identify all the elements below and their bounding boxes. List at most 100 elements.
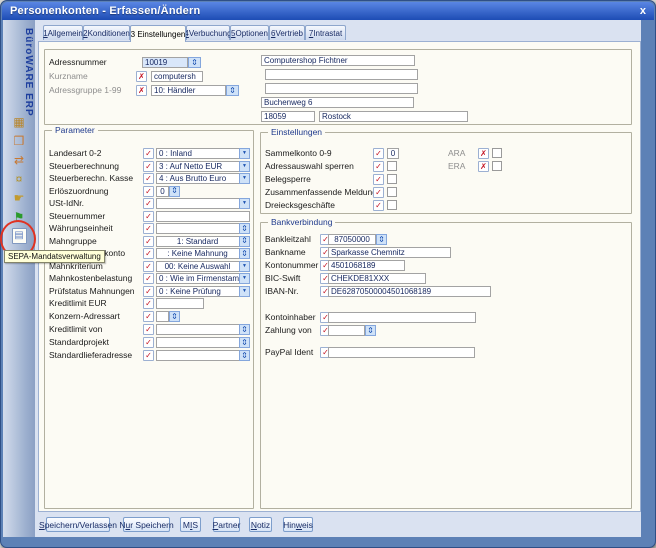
bankleitzahl-field[interactable]: 87050000: [328, 234, 376, 245]
partner-button[interactable]: Partner: [213, 517, 240, 532]
notiz-button[interactable]: Notiz: [249, 517, 272, 532]
belegsperre-confirm-button[interactable]: ✓: [373, 174, 384, 185]
window-icon[interactable]: ❒: [11, 133, 27, 149]
iban-field[interactable]: DE62870500004501068189: [328, 286, 491, 297]
mahngruppe-confirm-button[interactable]: ✓: [143, 236, 154, 247]
kreditlimit-von-field[interactable]: [156, 324, 250, 335]
standardlieferadresse-confirm-button[interactable]: ✓: [143, 350, 154, 361]
konzern-adressart-field[interactable]: [156, 311, 169, 322]
standardprojekt-field[interactable]: [156, 337, 250, 348]
street-field[interactable]: Buchenweg 6: [261, 97, 414, 108]
bic-swift-field[interactable]: CHEKDE81XXX: [328, 273, 426, 284]
steuerberechn-kasse-confirm-button[interactable]: ✓: [143, 173, 154, 184]
hinweis-button[interactable]: Hinweis: [283, 517, 313, 532]
flag-icon[interactable]: ⚑: [11, 209, 27, 225]
adressnummer-spinner-button[interactable]: ⇕: [188, 57, 201, 68]
ust-idnr-dropdown[interactable]: [156, 198, 250, 209]
standardlieferadresse-spinner-button[interactable]: ⇕: [239, 350, 250, 361]
hand-coins-icon[interactable]: ☛: [11, 190, 27, 206]
belegsperre-checkbox[interactable]: [387, 174, 397, 184]
standardlieferadresse-field[interactable]: [156, 350, 250, 361]
dreiecksgeschaefte-checkbox[interactable]: [387, 200, 397, 210]
kurzname-field[interactable]: computersh: [151, 71, 203, 82]
kurzname-clear-button[interactable]: ✗: [136, 71, 147, 82]
zahlung-von-spinner-button[interactable]: ⇕: [365, 325, 376, 336]
bankname-field[interactable]: Sparkasse Chemnitz: [328, 247, 451, 258]
mahnkriterium-confirm-button[interactable]: ✓: [143, 261, 154, 272]
adressnummer-field[interactable]: 10019: [142, 57, 188, 68]
name2-field[interactable]: [265, 69, 418, 80]
nur-speichern-button[interactable]: Nur Speichern: [123, 517, 170, 532]
kreditlimit-eur-confirm-button[interactable]: ✓: [143, 298, 154, 309]
steuerberechnung-confirm-button[interactable]: ✓: [143, 161, 154, 172]
tab-5-optionen[interactable]: 5 Optionen: [230, 25, 269, 40]
adressgruppe-spinner-button[interactable]: ⇕: [226, 85, 239, 96]
standardprojekt-confirm-button[interactable]: ✓: [143, 337, 154, 348]
name3-field[interactable]: [265, 83, 418, 94]
close-button[interactable]: x: [640, 6, 646, 16]
tab-1-allgemein[interactable]: 1 Allgemein: [43, 25, 83, 40]
zip-field[interactable]: 18059: [261, 111, 315, 122]
steuernummer-field[interactable]: [156, 211, 250, 222]
erloeszuordnung-field[interactable]: 0: [156, 186, 169, 197]
mahnkriterium-dropdown[interactable]: 00: Keine Auswahl: [156, 261, 250, 272]
zusammenfassende-meldung-confirm-button[interactable]: ✓: [373, 187, 384, 198]
steuernummer-confirm-button[interactable]: ✓: [143, 211, 154, 222]
landesart-dropdown-button[interactable]: ▼: [239, 148, 250, 159]
pruefstatus-mahnungen-dropdown[interactable]: 0 : Keine Prüfung: [156, 286, 250, 297]
kontoinhaber-field[interactable]: [328, 312, 476, 323]
landesart-confirm-button[interactable]: ✓: [143, 148, 154, 159]
calculator-icon[interactable]: ▦: [11, 114, 27, 130]
adressauswahl-sperren-checkbox[interactable]: [387, 161, 397, 171]
mis-button[interactable]: MIS: [180, 517, 201, 532]
mahngruppe-akonto-spinner-button[interactable]: ⇕: [239, 248, 250, 259]
landesart-dropdown[interactable]: 0 : Inland: [156, 148, 250, 159]
kreditlimit-von-confirm-button[interactable]: ✓: [143, 324, 154, 335]
tab-6-vertrieb[interactable]: 6 Vertrieb: [269, 25, 305, 40]
waehrungseinheit-field[interactable]: [156, 223, 250, 234]
coins-icon[interactable]: ¤: [11, 171, 27, 187]
tab-3-einstellungen[interactable]: 3 Einstellungen: [130, 25, 186, 42]
speichern-verlassen-button[interactable]: Speichern/Verlassen: [46, 517, 110, 532]
mahnkostenbelastung-dropdown[interactable]: 0 : Wie im Firmenstamm eing: [156, 273, 250, 284]
tab-4-verbuchung[interactable]: 4 Verbuchung: [186, 25, 230, 40]
ara-clear-button[interactable]: ✗: [478, 148, 489, 159]
kontonummer-field[interactable]: 4501068189: [328, 260, 405, 271]
steuerberechnung-dropdown[interactable]: 3 : Auf Netto EUR: [156, 161, 250, 172]
adressgruppe-clear-button[interactable]: ✗: [136, 85, 147, 96]
sammelkonto-confirm-button[interactable]: ✓: [373, 148, 384, 159]
adressgruppe-field[interactable]: 10: Händler: [151, 85, 226, 96]
era-clear-button[interactable]: ✗: [478, 161, 489, 172]
bankleitzahl-spinner-button[interactable]: ⇕: [376, 234, 387, 245]
paypal-ident-field[interactable]: [328, 347, 475, 358]
zahlung-von-field[interactable]: [328, 325, 365, 336]
link-icon[interactable]: ⇄: [11, 152, 27, 168]
mahnkostenbelastung-dropdown-button[interactable]: ▼: [239, 273, 250, 284]
konzern-adressart-spinner-button[interactable]: ⇕: [169, 311, 180, 322]
mahnkostenbelastung-confirm-button[interactable]: ✓: [143, 273, 154, 284]
waehrungseinheit-confirm-button[interactable]: ✓: [143, 223, 154, 234]
ust-idnr-confirm-button[interactable]: ✓: [143, 198, 154, 209]
pruefstatus-mahnungen-confirm-button[interactable]: ✓: [143, 286, 154, 297]
steuerberechn-kasse-dropdown[interactable]: 4 : Aus Brutto Euro: [156, 173, 250, 184]
mahngruppe-akonto-confirm-button[interactable]: ✓: [143, 248, 154, 259]
konzern-adressart-confirm-button[interactable]: ✓: [143, 311, 154, 322]
sepa-mandate-icon[interactable]: ▤: [12, 228, 27, 244]
mahnkriterium-dropdown-button[interactable]: ▼: [239, 261, 250, 272]
standardprojekt-spinner-button[interactable]: ⇕: [239, 337, 250, 348]
ara-checkbox[interactable]: [492, 148, 502, 158]
waehrungseinheit-spinner-button[interactable]: ⇕: [239, 223, 250, 234]
mahngruppe-field[interactable]: 1: Standard: [156, 236, 250, 247]
dreiecksgeschaefte-confirm-button[interactable]: ✓: [373, 200, 384, 211]
city-field[interactable]: Rostock: [319, 111, 468, 122]
kreditlimit-von-spinner-button[interactable]: ⇕: [239, 324, 250, 335]
steuerberechn-kasse-dropdown-button[interactable]: ▼: [239, 173, 250, 184]
steuerberechnung-dropdown-button[interactable]: ▼: [239, 161, 250, 172]
era-checkbox[interactable]: [492, 161, 502, 171]
mahngruppe-akonto-field[interactable]: : Keine Mahnung: [156, 248, 250, 259]
sammelkonto-field[interactable]: 0: [387, 148, 399, 159]
tab-2-konditionen[interactable]: 2 Konditionen: [83, 25, 130, 40]
zusammenfassende-meldung-checkbox[interactable]: [387, 187, 397, 197]
kreditlimit-eur-field[interactable]: [156, 298, 204, 309]
name1-field[interactable]: Computershop Fichtner: [261, 55, 415, 66]
